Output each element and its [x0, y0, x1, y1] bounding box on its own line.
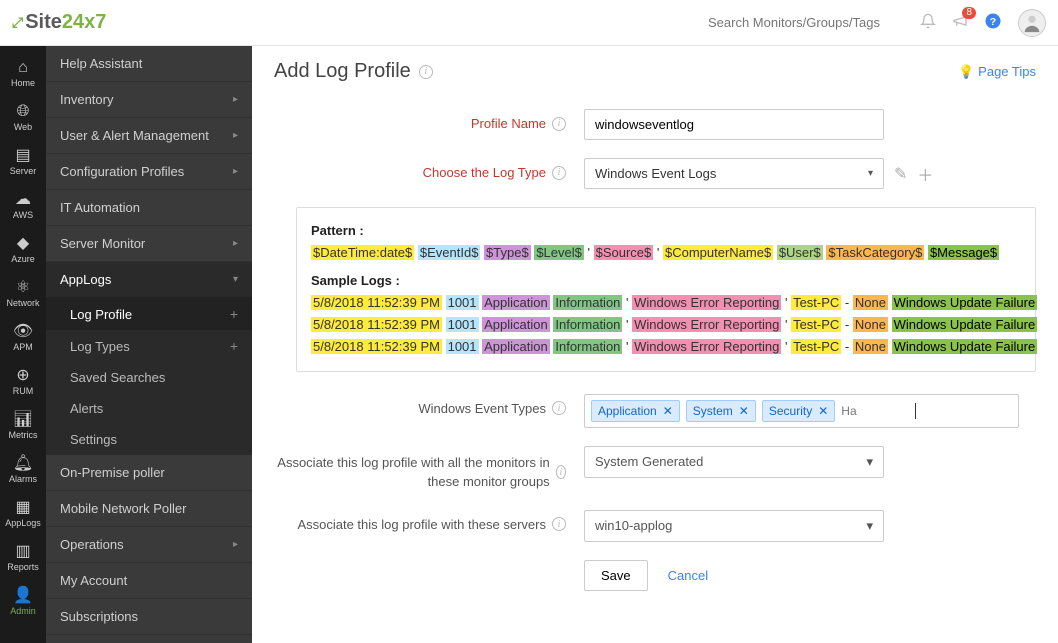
add-icon[interactable]: ＋ — [917, 162, 933, 186]
sidebar-sub-log-profile[interactable]: Log Profile+ — [46, 298, 252, 330]
chevron-down-icon: ▾ — [866, 518, 873, 534]
rail-reports[interactable]: ▥Reports — [0, 536, 46, 580]
rail-network[interactable]: ⚛Network — [0, 272, 46, 316]
sidebar-onpremise-poller[interactable]: On-Premise poller — [46, 455, 252, 491]
rail-rum[interactable]: ⊕RUM — [0, 360, 46, 404]
chevron-right-icon: ▸ — [233, 94, 238, 105]
event-types-label: Windows Event Types i — [274, 394, 584, 416]
logo-text-2: 24x7 — [62, 11, 107, 34]
remove-tag-icon[interactable]: ✕ — [663, 404, 673, 418]
log-type-select[interactable]: Windows Event Logs ▾ — [584, 158, 884, 189]
log-type-label: Choose the Log Type i — [274, 158, 584, 180]
chevron-right-icon: ▸ — [233, 130, 238, 141]
servers-select[interactable]: win10-applog ▾ — [584, 510, 884, 542]
plus-icon[interactable]: + — [230, 306, 238, 322]
tag-security[interactable]: Security✕ — [762, 400, 835, 422]
sample-label: Sample Logs : — [311, 273, 400, 288]
sidebar-sub-settings[interactable]: Settings — [46, 424, 252, 455]
rail-metrics[interactable]: 📊︎Metrics — [0, 404, 46, 448]
edit-icon[interactable]: ✎ — [894, 164, 907, 184]
logo-icon: ⤢ — [12, 14, 21, 31]
save-button[interactable]: Save — [584, 560, 648, 591]
info-icon[interactable]: i — [419, 65, 433, 79]
chevron-right-icon: ▸ — [233, 539, 238, 550]
profile-name-label: Profile Name i — [274, 109, 584, 131]
rail-server[interactable]: ▤Server — [0, 140, 46, 184]
main-content: Add Log Profile i 💡 Page Tips Profile Na… — [252, 46, 1058, 643]
monitor-groups-select[interactable]: System Generated ▾ — [584, 446, 884, 478]
avatar[interactable] — [1018, 9, 1046, 37]
event-types-input[interactable] — [841, 404, 881, 418]
sidebar-subscriptions[interactable]: Subscriptions — [46, 599, 252, 635]
info-icon[interactable]: i — [552, 401, 566, 415]
sidebar-help-assistant[interactable]: Help Assistant — [46, 46, 252, 82]
sidebar-my-account[interactable]: My Account — [46, 563, 252, 599]
info-icon[interactable]: i — [552, 517, 566, 531]
rail-aws[interactable]: ☁AWS — [0, 184, 46, 228]
sidebar-server-monitor[interactable]: Server Monitor▸ — [46, 226, 252, 262]
topbar: ⤢ Site24x7 8 ? — [0, 0, 1058, 46]
sidebar-inventory[interactable]: Inventory▸ — [46, 82, 252, 118]
tag-system[interactable]: System✕ — [686, 400, 756, 422]
pattern-box: Pattern : $DateTime:date$ $EventId$ $Typ… — [296, 207, 1036, 372]
sidebar-operations[interactable]: Operations▸ — [46, 527, 252, 563]
info-icon[interactable]: i — [552, 117, 566, 131]
search-input[interactable] — [698, 9, 908, 36]
sidebar-report-settings[interactable]: Report Settings▸ — [46, 635, 252, 643]
info-icon[interactable]: i — [556, 465, 566, 479]
bulb-icon: 💡 — [958, 64, 974, 80]
remove-tag-icon[interactable]: ✕ — [818, 404, 828, 418]
sidebar-user-alert[interactable]: User & Alert Management▸ — [46, 118, 252, 154]
monitor-groups-label: Associate this log profile with all the … — [274, 446, 584, 492]
chevron-right-icon: ▸ — [233, 238, 238, 249]
servers-label: Associate this log profile with these se… — [274, 510, 584, 532]
tag-application[interactable]: Application✕ — [591, 400, 680, 422]
chevron-down-icon: ▾ — [233, 274, 238, 285]
rail-alarms[interactable]: 🔔︎Alarms — [0, 448, 46, 492]
logo-text-1: Site — [25, 11, 62, 34]
chevron-right-icon: ▸ — [233, 166, 238, 177]
sidebar-applogs[interactable]: AppLogs▾ — [46, 262, 252, 298]
cancel-button[interactable]: Cancel — [658, 561, 718, 590]
text-cursor — [915, 403, 916, 419]
info-icon[interactable]: i — [552, 166, 566, 180]
svg-text:?: ? — [990, 16, 996, 28]
chevron-down-icon: ▾ — [866, 454, 873, 470]
rail-web[interactable]: 🌐︎Web — [0, 96, 46, 140]
rail-apm[interactable]: 👁APM — [0, 316, 46, 360]
logo[interactable]: ⤢ Site24x7 — [12, 11, 106, 34]
sidebar-applogs-submenu: Log Profile+ Log Types+ Saved Searches A… — [46, 298, 252, 455]
profile-name-input[interactable] — [584, 109, 884, 140]
pattern-label: Pattern : — [311, 223, 364, 238]
bell-icon[interactable] — [920, 13, 936, 32]
sidebar-sub-saved-searches[interactable]: Saved Searches — [46, 362, 252, 393]
sidebar-sub-log-types[interactable]: Log Types+ — [46, 330, 252, 362]
sample-row-3: 5/8/2018 11:52:39 PM 1001 Application In… — [311, 336, 1021, 358]
chevron-down-icon: ▾ — [868, 168, 873, 179]
sample-row-2: 5/8/2018 11:52:39 PM 1001 Application In… — [311, 314, 1021, 336]
sidebar: Help Assistant Inventory▸ User & Alert M… — [46, 46, 252, 643]
sample-row-1: 5/8/2018 11:52:39 PM 1001 Application In… — [311, 292, 1021, 314]
sidebar-config-profiles[interactable]: Configuration Profiles▸ — [46, 154, 252, 190]
remove-tag-icon[interactable]: ✕ — [739, 404, 749, 418]
page-title: Add Log Profile i — [274, 60, 433, 83]
rail-applogs[interactable]: ▦AppLogs — [0, 492, 46, 536]
notification-badge: 8 — [962, 7, 976, 19]
sidebar-it-automation[interactable]: IT Automation — [46, 190, 252, 226]
sidebar-mobile-poller[interactable]: Mobile Network Poller — [46, 491, 252, 527]
plus-icon[interactable]: + — [230, 338, 238, 354]
pattern-tokens: $DateTime:date$ $EventId$ $Type$ $Level$… — [311, 242, 1021, 264]
page-tips-link[interactable]: 💡 Page Tips — [958, 64, 1036, 80]
event-types-tagbox[interactable]: Application✕ System✕ Security✕ — [584, 394, 1019, 428]
rail-home[interactable]: ⌂Home — [0, 52, 46, 96]
nav-rail: ⌂Home 🌐︎Web ▤Server ☁AWS ◆Azure ⚛Network… — [0, 46, 46, 643]
rail-admin[interactable]: 👤Admin — [0, 580, 46, 624]
rail-azure[interactable]: ◆Azure — [0, 228, 46, 272]
announce-icon[interactable]: 8 — [952, 13, 968, 32]
help-icon[interactable]: ? — [984, 12, 1002, 33]
sidebar-sub-alerts[interactable]: Alerts — [46, 393, 252, 424]
